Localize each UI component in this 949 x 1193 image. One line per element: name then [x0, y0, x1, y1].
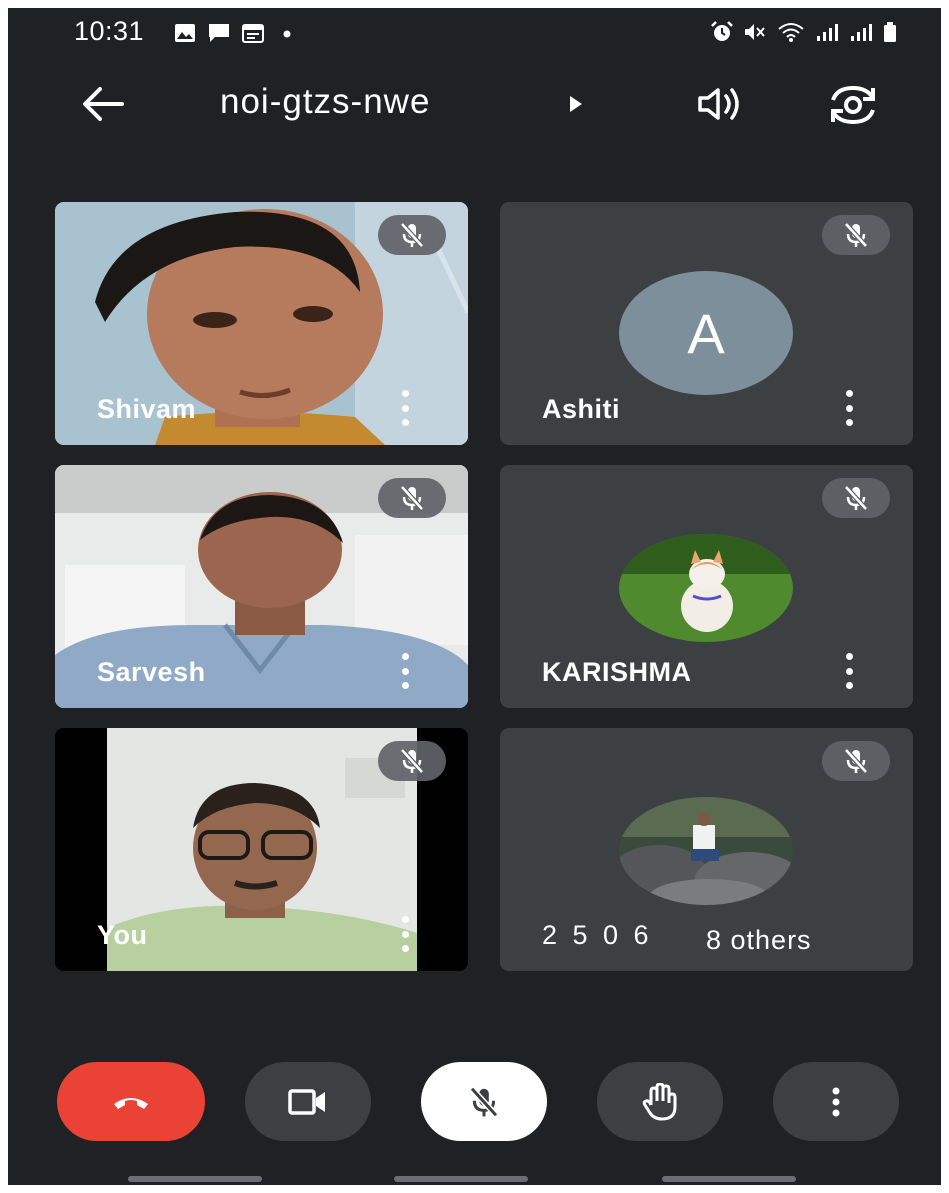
- back-button[interactable]: [78, 82, 128, 126]
- participant-tile-ashiti[interactable]: A Ashiti: [500, 202, 913, 445]
- meeting-code[interactable]: noi-gtzs-nwe: [220, 82, 430, 122]
- arrow-left-icon: [83, 87, 124, 121]
- rocks-photo: [619, 797, 793, 905]
- more-vertical-icon: [401, 916, 409, 923]
- mute-icon: [745, 24, 765, 40]
- status-time: 10:31: [74, 16, 145, 46]
- switch-camera-button[interactable]: [823, 82, 883, 128]
- participant-menu-button[interactable]: [837, 390, 861, 426]
- participant-name: KARISHMA: [542, 657, 692, 687]
- battery-icon: [884, 22, 896, 42]
- meeting-top-bar: noi-gtzs-nwe: [8, 70, 941, 140]
- participant-name: Ashiti: [542, 394, 621, 424]
- others-count-badge[interactable]: 8 others: [678, 915, 844, 965]
- status-system: [711, 21, 897, 43]
- mic-off-icon: [400, 222, 424, 248]
- triangle-right-icon[interactable]: [568, 95, 584, 113]
- signal-icon: [851, 24, 872, 41]
- speaker-icon: [698, 88, 739, 120]
- wifi-icon: [778, 23, 804, 42]
- camera-flip-icon: [831, 85, 875, 125]
- message-icon: [209, 24, 229, 42]
- mic-off-icon: [469, 1086, 499, 1117]
- more-vertical-icon: [832, 1087, 840, 1116]
- end-call-button[interactable]: [57, 1062, 205, 1141]
- raise-hand-button[interactable]: [597, 1062, 723, 1141]
- participant-tile-shivam[interactable]: Shivam: [55, 202, 468, 445]
- phone-hangup-icon: [114, 1097, 148, 1109]
- participant-tile-sarvesh[interactable]: Sarvesh: [55, 465, 468, 708]
- mic-off-icon: [400, 485, 424, 511]
- video-camera-icon: [288, 1088, 325, 1115]
- signal-icon: [817, 24, 838, 41]
- participant-tile-others[interactable]: 2 5 0 6 8 others: [500, 728, 913, 971]
- mic-off-icon: [844, 748, 868, 774]
- nav-home[interactable]: [394, 1176, 528, 1182]
- muted-indicator: [378, 478, 446, 518]
- participant-name: 2 5 0 6: [542, 920, 653, 950]
- more-vertical-icon: [401, 653, 409, 660]
- hand-icon: [642, 1082, 677, 1120]
- mic-off-icon: [844, 222, 868, 248]
- dot-icon: [283, 30, 291, 38]
- alarm-icon: [711, 21, 733, 41]
- status-bar: 10:31: [8, 8, 941, 54]
- camera-toggle-button[interactable]: [245, 1062, 371, 1141]
- participant-menu-button[interactable]: [393, 390, 417, 426]
- more-vertical-icon: [401, 390, 409, 397]
- muted-indicator: [822, 741, 890, 781]
- muted-indicator: [822, 478, 890, 518]
- participant-menu-button[interactable]: [393, 916, 417, 952]
- muted-indicator: [378, 741, 446, 781]
- meeting-screen: 10:31 noi-gtzs-nwe Shivam A Ashiti Sarve…: [8, 8, 941, 1185]
- more-vertical-icon: [845, 390, 853, 397]
- avatar: A: [619, 271, 793, 395]
- muted-indicator: [378, 215, 446, 255]
- status-notifications: [174, 22, 295, 44]
- gallery-icon: [175, 24, 195, 42]
- muted-indicator: [822, 215, 890, 255]
- nav-recents[interactable]: [128, 1176, 262, 1182]
- avatar: [619, 534, 793, 642]
- mic-off-icon: [844, 485, 868, 511]
- participant-tile-you[interactable]: You: [55, 728, 468, 971]
- avatar: [619, 797, 793, 905]
- nav-back[interactable]: [662, 1176, 796, 1182]
- microphone-toggle-button[interactable]: [421, 1062, 547, 1141]
- more-vertical-icon: [845, 653, 853, 660]
- speaker-button[interactable]: [696, 84, 746, 124]
- participant-name: Sarvesh: [97, 657, 206, 687]
- participant-name: Shivam: [97, 394, 197, 424]
- participant-tile-karishma[interactable]: KARISHMA: [500, 465, 913, 708]
- calendar-icon: [242, 24, 264, 43]
- mic-off-icon: [400, 748, 424, 774]
- participant-menu-button[interactable]: [837, 653, 861, 689]
- more-options-button[interactable]: [773, 1062, 899, 1141]
- cat-photo: [619, 534, 793, 642]
- participant-name: You: [97, 920, 148, 950]
- participant-menu-button[interactable]: [393, 653, 417, 689]
